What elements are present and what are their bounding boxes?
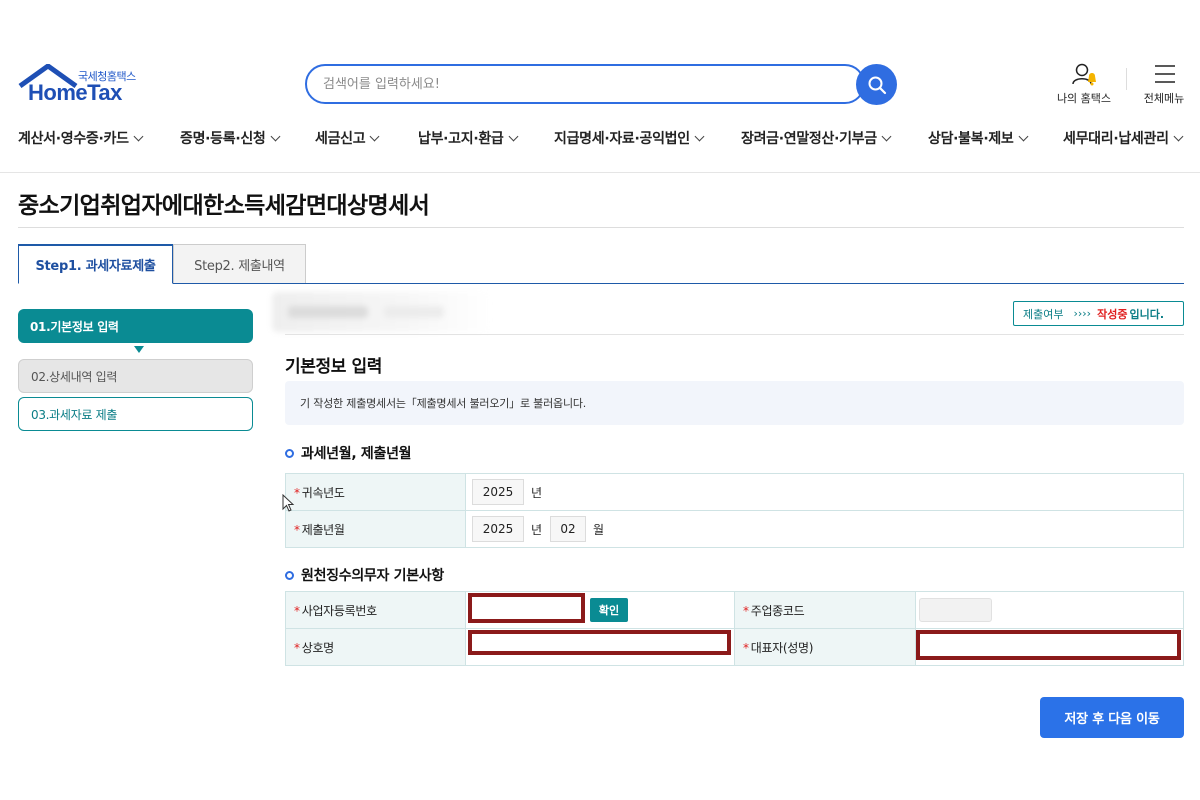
chevron-down-icon bbox=[133, 131, 144, 142]
nav-item-tax-agent[interactable]: 세무대리·납세관리 bbox=[1063, 128, 1184, 148]
info-notice: 기 작성한 제출명세서는「제출명세서 불러오기」로 불러옵니다. bbox=[285, 381, 1184, 425]
label-text: 주업종코드 bbox=[750, 603, 805, 618]
content-divider bbox=[285, 334, 1184, 335]
nav-item-consulting[interactable]: 상담·불복·제보 bbox=[928, 128, 1028, 148]
submit-month-label: * 제출년월 bbox=[285, 510, 466, 548]
required-mark: * bbox=[294, 603, 300, 618]
label-text: 대표자(성명) bbox=[750, 640, 814, 655]
nav-item-invoice[interactable]: 계산서·영수증·카드 bbox=[18, 128, 144, 148]
confirm-button[interactable]: 확인 bbox=[590, 598, 628, 622]
industry-code-label: * 주업종코드 bbox=[734, 591, 916, 629]
submit-month-cell: 2025 년 02 월 bbox=[465, 510, 1184, 548]
title-divider bbox=[18, 227, 1184, 228]
my-hometax-label: 나의 홈택스 bbox=[1056, 92, 1112, 105]
label-text: 제출년월 bbox=[301, 522, 345, 537]
nav-item-tax-filing[interactable]: 세금신고 bbox=[315, 128, 380, 148]
submit-month-field[interactable]: 02 bbox=[550, 516, 587, 542]
step-detail[interactable]: 02.상세내역 입력 bbox=[18, 359, 253, 393]
chevron-down-icon bbox=[369, 131, 380, 142]
chevron-down-icon bbox=[1018, 131, 1028, 142]
chevron-down-icon bbox=[694, 131, 705, 142]
company-label: * 상호명 bbox=[285, 628, 466, 666]
blurred-user-info bbox=[272, 292, 492, 332]
hamburger-icon bbox=[1155, 65, 1175, 83]
attribution-year-field[interactable]: 2025 bbox=[472, 479, 524, 505]
withholder-heading-text: 원천징수의무자 기본사항 bbox=[301, 568, 444, 584]
status-arrows: ›››› bbox=[1073, 307, 1092, 320]
rep-input-redacted[interactable] bbox=[916, 630, 1181, 660]
step-submit[interactable]: 03.과세자료 제출 bbox=[18, 397, 253, 431]
save-next-button[interactable]: 저장 후 다음 이동 bbox=[1040, 697, 1184, 738]
chevron-down-icon bbox=[270, 131, 280, 142]
required-mark: * bbox=[294, 640, 300, 655]
tab-step2[interactable]: Step2. 제출내역 bbox=[173, 244, 306, 284]
rep-label: * 대표자(성명) bbox=[734, 628, 916, 666]
nav-label: 증명·등록·신청 bbox=[180, 131, 266, 147]
status-label: 제출여부 bbox=[1023, 307, 1064, 321]
section-title: 기본정보 입력 bbox=[285, 357, 382, 377]
year-unit: 년 bbox=[531, 485, 543, 500]
chevron-down-icon bbox=[1173, 131, 1184, 142]
logo-title: HomeTax bbox=[28, 80, 122, 105]
status-value: 작성중 bbox=[1097, 307, 1128, 321]
label-text: 상호명 bbox=[301, 640, 335, 655]
mouse-cursor-icon bbox=[282, 494, 295, 512]
required-mark: * bbox=[743, 603, 749, 618]
status-suffix: 입니다. bbox=[1129, 307, 1165, 321]
biz-no-label: * 사업자등록번호 bbox=[285, 591, 466, 629]
nav-label: 계산서·영수증·카드 bbox=[18, 131, 129, 147]
submit-year-field[interactable]: 2025 bbox=[472, 516, 524, 542]
all-menu-label: 전체메뉴 bbox=[1143, 92, 1185, 105]
util-divider bbox=[1126, 68, 1127, 90]
chevron-down-icon bbox=[508, 131, 518, 142]
nav-label: 장려금·연말정산·기부금 bbox=[741, 131, 877, 147]
nav-label: 상담·불복·제보 bbox=[928, 131, 1014, 147]
my-hometax-button[interactable]: 나의 홈택스 bbox=[1049, 62, 1119, 106]
biz-no-input-redacted[interactable] bbox=[468, 593, 585, 623]
tab-underline bbox=[18, 283, 1184, 284]
label-text: 귀속년도 bbox=[301, 485, 345, 500]
step-arrow-icon bbox=[134, 346, 144, 353]
required-mark: * bbox=[743, 640, 749, 655]
period-table: * 귀속년도 2025 년 * 제출년월 2025 년 02 월 bbox=[285, 473, 1184, 548]
page-title: 중소기업취업자에대한소득세감면대상명세서 bbox=[18, 193, 430, 219]
nav-label: 납부·고지·환급 bbox=[418, 131, 504, 147]
attribution-year-cell: 2025 년 bbox=[465, 473, 1184, 511]
nav-divider bbox=[0, 172, 1200, 173]
search-input[interactable] bbox=[323, 66, 843, 102]
circle-bullet-icon bbox=[285, 448, 294, 458]
month-unit: 월 bbox=[593, 522, 605, 537]
nav-item-payment[interactable]: 납부·고지·환급 bbox=[418, 128, 518, 148]
step-basic-info[interactable]: 01.기본정보 입력 bbox=[18, 309, 253, 343]
nav-label: 세무대리·납세관리 bbox=[1063, 131, 1169, 147]
nav-label: 세금신고 bbox=[315, 131, 366, 147]
label-text: 사업자등록번호 bbox=[301, 603, 377, 618]
required-mark: * bbox=[294, 522, 300, 537]
tab-step1[interactable]: Step1. 과세자료제출 bbox=[18, 244, 173, 284]
nav-item-payment-statement[interactable]: 지급명세·자료·공익법인 bbox=[554, 128, 705, 148]
industry-code-input[interactable] bbox=[919, 598, 992, 622]
nav-item-certificate[interactable]: 증명·등록·신청 bbox=[180, 128, 280, 148]
chevron-down-icon bbox=[881, 131, 892, 142]
search-icon bbox=[868, 76, 886, 94]
search-box bbox=[305, 64, 865, 104]
search-button[interactable] bbox=[856, 64, 897, 105]
nav-label: 지급명세·자료·공익법인 bbox=[554, 131, 690, 147]
period-heading: 과세년월, 제출년월 bbox=[285, 443, 412, 463]
circle-bullet-icon bbox=[285, 570, 294, 580]
user-bell-icon bbox=[1072, 63, 1096, 86]
all-menu-button[interactable]: 전체메뉴 bbox=[1129, 62, 1199, 106]
withholder-heading: 원천징수의무자 기본사항 bbox=[285, 565, 444, 585]
nav-item-incentive[interactable]: 장려금·연말정산·기부금 bbox=[741, 128, 892, 148]
year-unit: 년 bbox=[531, 522, 543, 537]
main-nav: 계산서·영수증·카드 증명·등록·신청 세금신고 납부·고지·환급 지급명세·자… bbox=[0, 124, 1200, 156]
company-input-redacted[interactable] bbox=[468, 630, 731, 655]
attribution-year-label: * 귀속년도 bbox=[285, 473, 466, 511]
submission-status: 제출여부 ›››› 작성중 입니다. bbox=[1013, 301, 1184, 326]
period-heading-text: 과세년월, 제출년월 bbox=[301, 446, 412, 462]
